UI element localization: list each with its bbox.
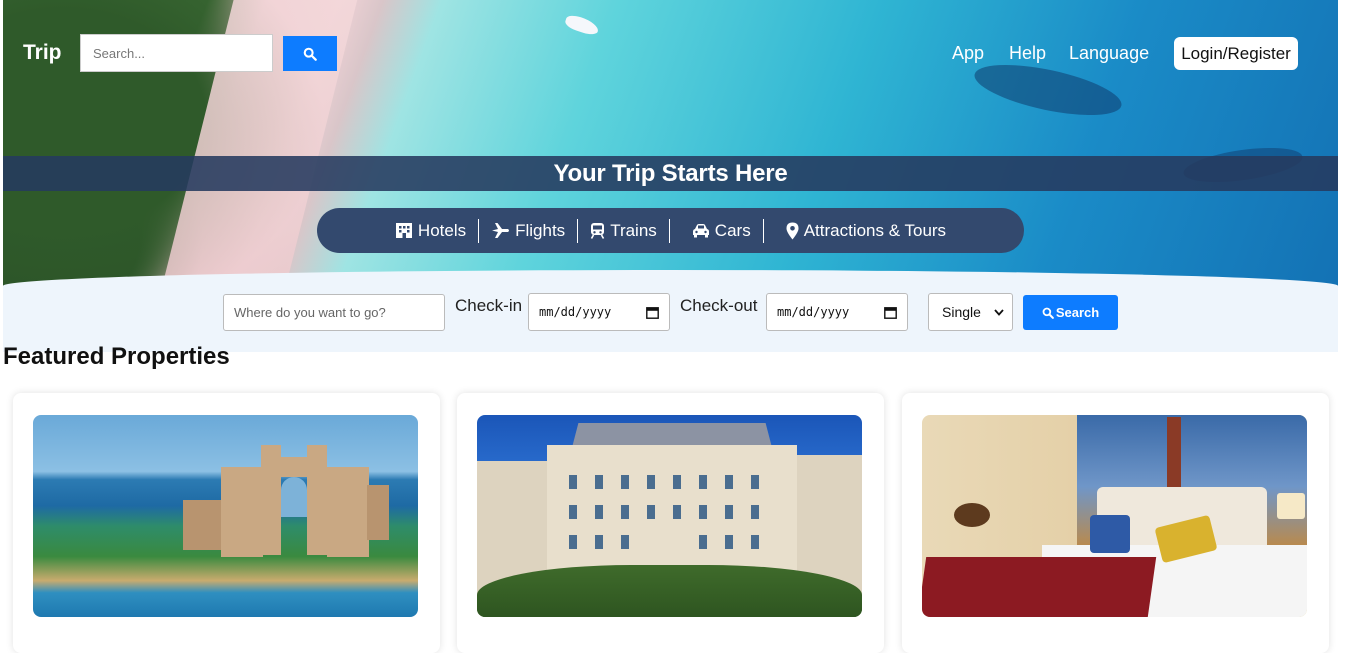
property-card[interactable] [13, 393, 440, 653]
checkout-date-value: mm/dd/yyyy [777, 305, 850, 319]
booking-search-panel [3, 270, 1338, 352]
room-type-select[interactable]: Single [928, 293, 1013, 331]
chevron-down-icon [994, 308, 1004, 316]
train-icon [590, 223, 605, 239]
property-image[interactable] [922, 415, 1307, 617]
property-card[interactable] [902, 393, 1329, 653]
room-type-value: Single [942, 304, 981, 320]
category-trains[interactable]: Trains [578, 218, 670, 243]
map-marker-icon [786, 222, 799, 239]
nav-link-language[interactable]: Language [1069, 43, 1149, 64]
car-icon [692, 224, 709, 238]
reef-image-detail [970, 54, 1126, 126]
category-cars[interactable]: Cars [670, 218, 764, 243]
category-bar: Hotels Flights Trains Cars Attractions &… [317, 208, 1024, 253]
nav-link-help[interactable]: Help [1009, 43, 1046, 64]
plane-icon [492, 223, 510, 238]
search-icon [303, 47, 317, 61]
hero-title: Your Trip Starts Here [553, 159, 788, 187]
destination-input[interactable] [223, 294, 445, 331]
hero-banner: Your Trip Starts Here [3, 156, 1338, 191]
login-register-button[interactable]: Login/Register [1174, 37, 1298, 70]
checkout-date-input[interactable]: mm/dd/yyyy [766, 293, 908, 331]
search-icon [1042, 307, 1054, 319]
calendar-icon [884, 306, 897, 319]
brand-logo[interactable]: Trip [23, 41, 62, 65]
category-label: Attractions & Tours [803, 220, 947, 240]
property-card[interactable] [457, 393, 884, 653]
boat-image-detail [563, 13, 601, 37]
header-search-button[interactable] [283, 36, 337, 71]
property-image[interactable] [477, 415, 862, 617]
property-image[interactable] [33, 415, 418, 617]
checkin-date-input[interactable]: mm/dd/yyyy [528, 293, 670, 331]
nav-link-app[interactable]: App [952, 43, 984, 64]
category-label: Flights [515, 220, 566, 240]
checkin-date-value: mm/dd/yyyy [539, 305, 612, 319]
category-label: Trains [610, 220, 657, 240]
category-label: Hotels [417, 220, 467, 240]
search-button[interactable]: Search [1023, 295, 1118, 330]
calendar-icon [646, 306, 659, 319]
category-hotels[interactable]: Hotels [383, 218, 480, 243]
category-label: Cars [714, 220, 751, 240]
header-search-input[interactable] [80, 34, 273, 72]
category-flights[interactable]: Flights [479, 218, 579, 243]
category-attractions[interactable]: Attractions & Tours [764, 219, 958, 243]
hotel-icon [395, 223, 412, 238]
featured-title: Featured Properties [3, 343, 230, 370]
checkout-label: Check-out [680, 296, 758, 315]
search-button-label: Search [1055, 305, 1100, 320]
checkin-label: Check-in [455, 296, 523, 315]
